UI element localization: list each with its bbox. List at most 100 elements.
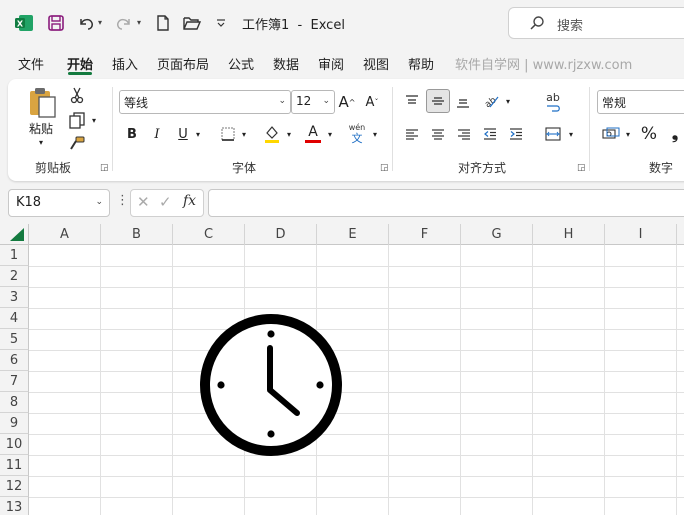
row-header-13[interactable]: 13 bbox=[0, 497, 29, 515]
redo-dropdown-icon[interactable]: ▾ bbox=[137, 18, 141, 27]
customize-qat-icon[interactable] bbox=[210, 12, 232, 34]
align-left-icon[interactable] bbox=[402, 123, 422, 145]
underline-dropdown-icon[interactable]: ▾ bbox=[193, 127, 203, 141]
row-header-3[interactable]: 3 bbox=[0, 287, 29, 308]
row-header-7[interactable]: 7 bbox=[0, 371, 29, 392]
increase-indent-icon[interactable] bbox=[506, 123, 526, 145]
name-box[interactable]: K18 ⌄ bbox=[8, 189, 110, 217]
tab-file[interactable]: 文件 bbox=[18, 54, 44, 73]
align-center-icon[interactable] bbox=[428, 123, 448, 145]
grid-line bbox=[604, 245, 605, 515]
column-header-b[interactable]: B bbox=[101, 224, 173, 245]
redo-icon[interactable] bbox=[113, 12, 135, 34]
worksheet-grid[interactable]: A B C D E F G H I 1 2 3 4 5 6 7 8 9 10 1… bbox=[0, 224, 684, 515]
save-icon[interactable] bbox=[45, 12, 67, 34]
alignment-launcher-icon[interactable]: ◲ bbox=[577, 163, 586, 173]
open-folder-icon[interactable] bbox=[181, 12, 203, 34]
row-header-4[interactable]: 4 bbox=[0, 308, 29, 329]
tab-help[interactable]: 帮助 bbox=[408, 54, 434, 73]
row-header-2[interactable]: 2 bbox=[0, 266, 29, 287]
phonetic-bottom: 文 bbox=[351, 132, 363, 145]
top-align-icon[interactable] bbox=[402, 90, 422, 112]
copy-dropdown-icon[interactable]: ▾ bbox=[89, 115, 99, 125]
tab-home[interactable]: 开始 bbox=[67, 54, 93, 73]
row-header-9[interactable]: 9 bbox=[0, 413, 29, 434]
select-all-button[interactable] bbox=[0, 224, 29, 245]
font-color-dropdown-icon[interactable]: ▾ bbox=[325, 127, 335, 141]
accounting-format-icon[interactable] bbox=[599, 123, 623, 145]
paste-icon[interactable] bbox=[24, 85, 62, 119]
row-header-6[interactable]: 6 bbox=[0, 350, 29, 371]
new-file-icon[interactable] bbox=[152, 12, 174, 34]
column-header-h[interactable]: H bbox=[533, 224, 605, 245]
format-painter-icon[interactable] bbox=[66, 134, 88, 154]
row-header-10[interactable]: 10 bbox=[0, 434, 29, 455]
wrap-text-button[interactable]: ab bbox=[541, 89, 565, 115]
number-group-label: 数字 bbox=[649, 161, 674, 175]
phonetic-guide-button[interactable]: wén 文 bbox=[346, 121, 368, 147]
copy-icon[interactable] bbox=[66, 110, 88, 130]
search-input[interactable]: 搜索 bbox=[508, 7, 684, 39]
column-header-e[interactable]: E bbox=[317, 224, 389, 245]
fill-color-dropdown-icon[interactable]: ▾ bbox=[284, 127, 294, 141]
underline-button[interactable]: U bbox=[174, 123, 192, 145]
tab-formulas[interactable]: 公式 bbox=[228, 54, 254, 73]
column-header-c[interactable]: C bbox=[173, 224, 245, 245]
shrink-font-button[interactable]: Aˇ bbox=[363, 91, 381, 113]
clipboard-launcher-icon[interactable]: ◲ bbox=[100, 163, 109, 173]
orientation-dropdown-icon[interactable]: ▾ bbox=[503, 94, 513, 108]
phonetic-dropdown-icon[interactable]: ▾ bbox=[370, 127, 380, 141]
grow-font-button[interactable]: A ^ bbox=[338, 91, 356, 113]
font-name-select[interactable]: 等线 ⌄ bbox=[119, 90, 291, 114]
fill-color-icon[interactable] bbox=[262, 123, 282, 145]
paste-label[interactable]: 粘贴 bbox=[26, 120, 56, 136]
middle-align-icon[interactable] bbox=[426, 89, 450, 113]
tab-page-layout[interactable]: 页面布局 bbox=[157, 54, 209, 73]
row-header-1[interactable]: 1 bbox=[0, 245, 29, 266]
column-header-f[interactable]: F bbox=[389, 224, 461, 245]
row-header-5[interactable]: 5 bbox=[0, 329, 29, 350]
column-header-a[interactable]: A bbox=[29, 224, 101, 245]
column-header-d[interactable]: D bbox=[245, 224, 317, 245]
decrease-indent-icon[interactable] bbox=[480, 123, 500, 145]
font-size-select[interactable]: 12 ⌄ bbox=[291, 90, 335, 114]
tab-insert[interactable]: 插入 bbox=[112, 54, 138, 73]
column-header-g[interactable]: G bbox=[461, 224, 533, 245]
tab-review[interactable]: 审阅 bbox=[318, 54, 344, 73]
tab-view[interactable]: 视图 bbox=[363, 54, 389, 73]
ribbon-separator bbox=[589, 87, 590, 171]
chevron-down-icon: ⌄ bbox=[278, 96, 286, 106]
column-header-i[interactable]: I bbox=[605, 224, 677, 245]
bottom-align-icon[interactable] bbox=[453, 91, 473, 113]
merge-dropdown-icon[interactable]: ▾ bbox=[566, 127, 576, 141]
tab-data[interactable]: 数据 bbox=[273, 54, 299, 73]
insert-function-button[interactable]: fx bbox=[183, 193, 196, 209]
font-launcher-icon[interactable]: ◲ bbox=[380, 163, 389, 173]
paste-dropdown-icon[interactable]: ▾ bbox=[33, 137, 49, 147]
formula-bar: K18 ⌄ ⋮ ✕ ✓ fx bbox=[0, 186, 684, 220]
orientation-icon[interactable]: ab bbox=[480, 90, 502, 112]
comma-style-button[interactable]: ❟ bbox=[668, 122, 682, 146]
borders-icon[interactable] bbox=[218, 123, 238, 145]
italic-button[interactable]: I bbox=[148, 123, 166, 145]
font-color-button[interactable]: A bbox=[303, 121, 323, 145]
row-header-12[interactable]: 12 bbox=[0, 476, 29, 497]
cut-icon[interactable] bbox=[66, 85, 88, 105]
cancel-icon[interactable]: ✕ bbox=[137, 193, 150, 211]
formula-input[interactable] bbox=[208, 189, 684, 217]
row-header-11[interactable]: 11 bbox=[0, 455, 29, 476]
percent-button[interactable]: % bbox=[639, 122, 659, 146]
grid-line bbox=[29, 497, 684, 498]
more-options-icon[interactable]: ⋮ bbox=[116, 193, 129, 208]
accounting-dropdown-icon[interactable]: ▾ bbox=[623, 127, 633, 141]
row-header-8[interactable]: 8 bbox=[0, 392, 29, 413]
number-format-select[interactable]: 常规 bbox=[597, 90, 684, 114]
undo-dropdown-icon[interactable]: ▾ bbox=[98, 18, 102, 27]
merge-center-icon[interactable] bbox=[543, 123, 563, 145]
align-right-icon[interactable] bbox=[454, 123, 474, 145]
borders-dropdown-icon[interactable]: ▾ bbox=[239, 127, 249, 141]
clock-icon[interactable] bbox=[198, 312, 344, 458]
undo-icon[interactable] bbox=[75, 12, 97, 34]
bold-button[interactable]: B bbox=[123, 123, 141, 145]
enter-icon[interactable]: ✓ bbox=[159, 193, 172, 211]
